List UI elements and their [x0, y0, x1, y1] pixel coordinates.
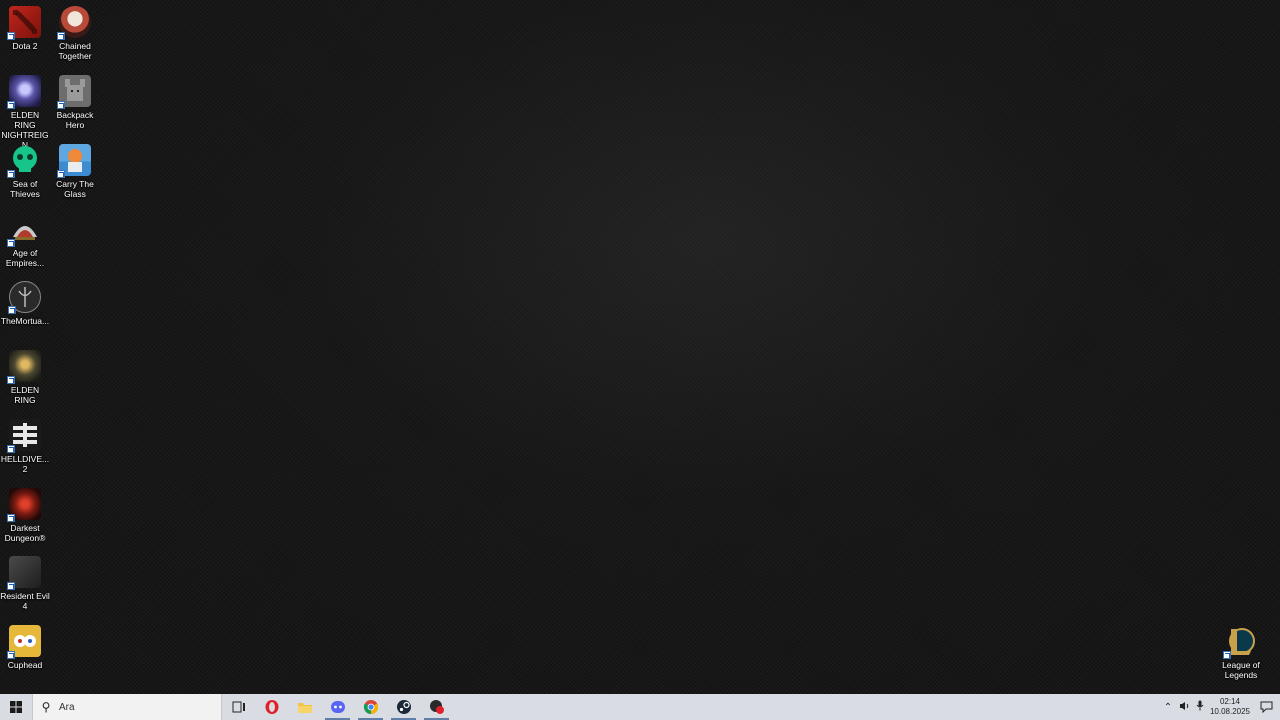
backpack-hero-icon: [57, 75, 91, 109]
desktop-icon-label: Cuphead: [7, 660, 43, 670]
discord-icon: [330, 701, 345, 713]
desktop-icon-label: TheMortua...: [0, 316, 50, 326]
shortcut-arrow-icon: [7, 514, 15, 522]
desktop-icon-label: Darkest Dungeon®: [4, 523, 46, 543]
desktop-icon-elden-ring-nightreign[interactable]: ELDEN RING NIGHTREIGN: [0, 71, 50, 150]
desktop-icon-elden-ring[interactable]: ELDEN RING: [0, 346, 50, 405]
desktop-icon-sea-of-thieves[interactable]: Sea of Thieves: [0, 140, 50, 199]
desktop-icon-label: Carry The Glass: [56, 179, 94, 199]
shortcut-arrow-icon: [7, 445, 15, 453]
taskbar-app-steam[interactable]: [387, 694, 420, 720]
desktop-icon-carry-the-glass[interactable]: Carry The Glass: [50, 140, 100, 199]
desktop-icon-cuphead[interactable]: Cuphead: [0, 621, 50, 670]
shortcut-arrow-icon: [57, 32, 65, 40]
desktop-icon-chained-together[interactable]: Chained Together: [50, 2, 100, 61]
folder-icon: [297, 703, 312, 713]
desktop-icon-label: League of Legends: [1222, 660, 1260, 680]
taskbar-app-riot-client[interactable]: [420, 694, 453, 720]
chrome-icon: [363, 700, 378, 715]
shortcut-arrow-icon: [57, 170, 65, 178]
desktop-icon-helldivers-2[interactable]: HELLDIVE... 2: [0, 415, 50, 474]
desktop-icon-resident-evil-4[interactable]: Resident Evil 4: [0, 552, 50, 611]
taskbar-app-discord[interactable]: [321, 694, 354, 720]
desktop-icon-label: ELDEN RING: [10, 385, 40, 405]
desktop-icon-age-of-empires[interactable]: Age of Empires...: [0, 209, 50, 268]
taskbar: ⚲ Ara ⌃ 02:14 10.08.2025: [0, 694, 1280, 720]
elden-ring-nightreign-icon: [7, 75, 41, 109]
taskbar-app-file-explorer[interactable]: [288, 694, 321, 720]
desktop-icon-label: HELLDIVE... 2: [0, 454, 50, 474]
task-view-icon: [232, 701, 245, 713]
shortcut-arrow-icon: [7, 239, 15, 247]
desktop-icon-label: Resident Evil 4: [0, 591, 50, 611]
resident-evil-4-icon: [7, 556, 41, 590]
sea-of-thieves-icon: [7, 144, 41, 178]
helldivers-2-icon: [7, 419, 41, 453]
shortcut-arrow-icon: [7, 101, 15, 109]
speaker-icon[interactable]: [1176, 701, 1192, 714]
riot-client-icon: [429, 700, 444, 714]
league-of-legends-icon: [1223, 625, 1257, 659]
shortcut-arrow-icon: [7, 376, 15, 384]
chained-together-icon: [57, 6, 91, 40]
show-hidden-icons-chevron-icon[interactable]: ⌃: [1160, 702, 1176, 713]
carry-the-glass-icon: [57, 144, 91, 178]
notification-icon: [1260, 701, 1272, 713]
taskbar-app-chrome[interactable]: [354, 694, 387, 720]
clock[interactable]: 02:14 10.08.2025: [1208, 697, 1252, 717]
desktop-icon-label: Sea of Thieves: [10, 179, 40, 199]
microphone-icon[interactable]: [1192, 700, 1208, 714]
clock-time: 02:14: [1219, 697, 1241, 706]
shortcut-arrow-icon: [57, 101, 65, 109]
desktop-icon-backpack-hero[interactable]: Backpack Hero: [50, 71, 100, 130]
shortcut-arrow-icon: [7, 651, 15, 659]
opera-icon: [265, 700, 278, 714]
dota2-icon: [7, 6, 41, 40]
shortcut-arrow-icon: [1223, 651, 1231, 659]
taskbar-search-box[interactable]: ⚲ Ara: [32, 694, 222, 720]
task-view-button[interactable]: [222, 694, 255, 720]
desktop-icon-the-mortuary[interactable]: TheMortua...: [0, 277, 50, 326]
desktop-icon-label: Dota 2: [12, 41, 38, 51]
desktop-icon-league-of-legends[interactable]: League of Legends: [1216, 621, 1266, 680]
elden-ring-icon: [7, 350, 41, 384]
age-of-empires-icon: [7, 213, 41, 247]
darkest-dungeon-icon: [7, 488, 41, 522]
clock-date: 10.08.2025: [1209, 707, 1251, 716]
desktop-icon-label: Chained Together: [58, 41, 92, 61]
shortcut-arrow-icon: [8, 306, 16, 314]
desktop: Dota 2 Chained Together ELDEN RING NIGHT…: [0, 0, 1280, 694]
taskbar-app-opera[interactable]: [255, 694, 288, 720]
steam-icon: [396, 700, 411, 714]
desktop-icon-dota2[interactable]: Dota 2: [0, 2, 50, 51]
shortcut-arrow-icon: [7, 32, 15, 40]
desktop-icon-label: Backpack Hero: [56, 110, 94, 130]
search-icon: ⚲: [41, 700, 51, 714]
search-placeholder: Ara: [59, 701, 75, 713]
start-button[interactable]: [0, 694, 32, 720]
shortcut-arrow-icon: [7, 582, 15, 590]
desktop-icon-darkest-dungeon[interactable]: Darkest Dungeon®: [0, 484, 50, 543]
notification-center-button[interactable]: [1252, 694, 1280, 720]
system-tray: ⌃ 02:14 10.08.2025: [1160, 694, 1280, 720]
the-mortuary-icon: [8, 281, 41, 314]
cuphead-icon: [7, 625, 41, 659]
desktop-icon-label: Age of Empires...: [5, 248, 45, 268]
windows-logo-icon: [10, 701, 22, 713]
shortcut-arrow-icon: [7, 170, 15, 178]
